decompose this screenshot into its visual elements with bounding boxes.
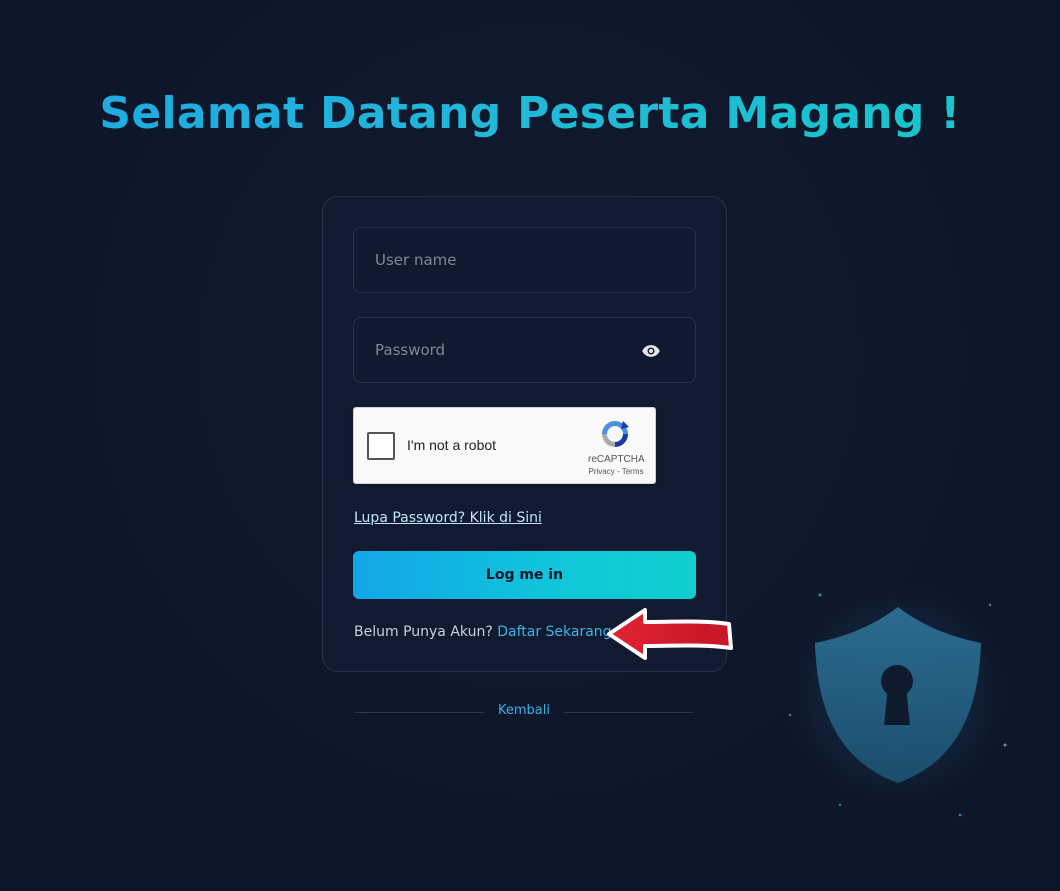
shield-lock-icon [780,577,1016,817]
back-row: Kembali [355,702,693,724]
username-field-wrapper [353,227,696,293]
recaptcha-widget: I'm not a robot reCAPTCHA Privacy - Term… [353,407,656,484]
eye-icon[interactable] [641,341,661,361]
recaptcha-label: I'm not a robot [407,437,497,453]
login-card: I'm not a robot reCAPTCHA Privacy - Term… [322,196,727,672]
forgot-password-link[interactable]: Lupa Password? Klik di Sini [354,510,542,526]
back-link[interactable]: Kembali [355,703,693,718]
recaptcha-logo-icon [602,421,629,447]
password-field-wrapper [353,317,696,383]
login-page: Selamat Datang Peserta Magang ! I'm not … [0,0,1060,891]
signup-prompt: Belum Punya Akun? [354,624,493,640]
recaptcha-privacy-terms-links[interactable]: Privacy - Terms [582,467,650,476]
username-input[interactable] [354,228,695,292]
page-title: Selamat Datang Peserta Magang ! [0,88,1060,139]
signup-row: Belum Punya Akun? Daftar Sekarang [354,624,612,640]
signup-link[interactable]: Daftar Sekarang [497,624,611,640]
recaptcha-brand: reCAPTCHA [588,454,645,465]
back-link-label: Kembali [484,703,564,718]
arrow-left-icon [607,608,733,660]
recaptcha-checkbox[interactable] [367,432,395,460]
login-button[interactable]: Log me in [353,551,696,599]
